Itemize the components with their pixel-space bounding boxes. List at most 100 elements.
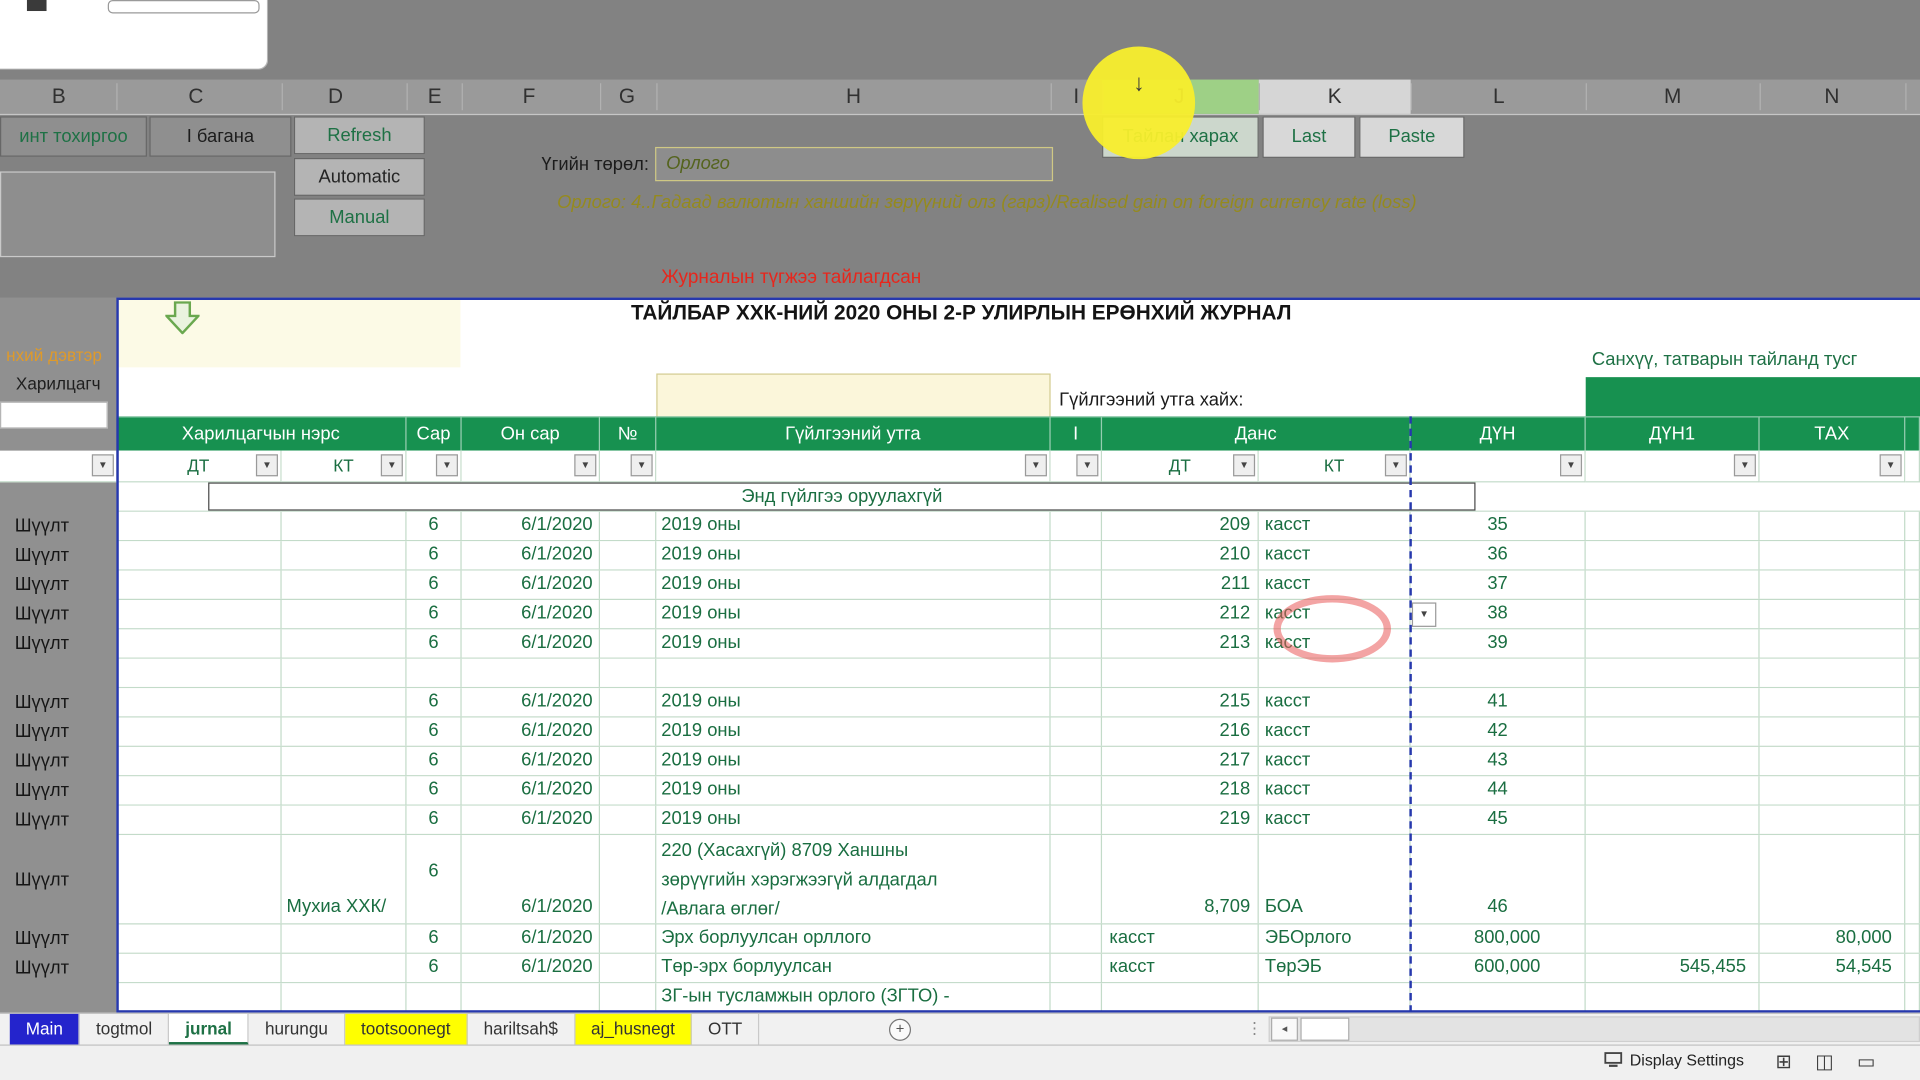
header-cell-tax[interactable]: ТАХ bbox=[1760, 416, 1906, 450]
column-letter-H[interactable]: H bbox=[846, 80, 861, 114]
cell-utga[interactable]: 2019 оны bbox=[656, 571, 1050, 599]
header-cell-no[interactable]: № bbox=[600, 416, 656, 450]
filter-cell-tax[interactable]: ▼ bbox=[1760, 451, 1906, 483]
cell-dans_dt[interactable]: 217 bbox=[1102, 747, 1259, 775]
cell-dun1[interactable] bbox=[1586, 571, 1760, 599]
cell-onsar[interactable]: 6/1/2020 bbox=[462, 718, 600, 746]
cell-utga[interactable]: 2019 оны bbox=[656, 688, 1050, 716]
cell-dun[interactable]: 41 bbox=[1411, 688, 1586, 716]
filter-dropdown[interactable]: ▼ bbox=[1076, 454, 1098, 476]
cell-no[interactable] bbox=[600, 659, 656, 687]
cell-dun1[interactable] bbox=[1586, 806, 1760, 834]
cell-dans_dt[interactable]: 216 bbox=[1102, 718, 1259, 746]
cell-tax[interactable] bbox=[1760, 629, 1906, 657]
cell-dun[interactable] bbox=[1411, 983, 1586, 1011]
paste-button[interactable]: Paste bbox=[1359, 116, 1464, 158]
cell-dun1[interactable] bbox=[1586, 629, 1760, 657]
filter-cell-dans-kt[interactable]: КТ ▼ bbox=[1259, 451, 1411, 483]
filter-dropdown[interactable]: ▼ bbox=[1025, 454, 1047, 476]
fin-tax-header-cell[interactable] bbox=[1586, 377, 1920, 416]
cell-utga[interactable]: 2019 оны bbox=[656, 629, 1050, 657]
sheet-tab-ОТТ[interactable]: ОТТ bbox=[692, 1014, 759, 1045]
cell-tax[interactable] bbox=[1760, 688, 1906, 716]
column-letter-E[interactable]: E bbox=[428, 80, 442, 114]
cell-dans_dt[interactable]: 211 bbox=[1102, 571, 1259, 599]
cell-dun1[interactable] bbox=[1586, 688, 1760, 716]
cell-_fill[interactable] bbox=[1905, 924, 1920, 952]
cell-name_dt[interactable] bbox=[116, 629, 281, 657]
column-letter-L[interactable]: L bbox=[1493, 80, 1505, 114]
cell-dans_dt[interactable] bbox=[1102, 983, 1259, 1011]
cell-tax[interactable] bbox=[1760, 835, 1906, 923]
sheet-tab-togtmol[interactable]: togtmol bbox=[80, 1014, 169, 1045]
cell-dun[interactable]: 800,000 bbox=[1411, 924, 1586, 952]
cell-sar[interactable]: 6 bbox=[407, 541, 462, 569]
cell-name_dt[interactable] bbox=[116, 600, 281, 628]
cell-name_kt[interactable] bbox=[282, 688, 407, 716]
cell-dun1[interactable] bbox=[1586, 983, 1760, 1011]
cell-no[interactable] bbox=[600, 600, 656, 628]
filter-cell-sar[interactable]: ▼ bbox=[407, 451, 462, 483]
cell-name_kt[interactable] bbox=[282, 718, 407, 746]
cell-_fill[interactable] bbox=[1905, 629, 1920, 657]
cell-dun[interactable]: 39 bbox=[1411, 629, 1586, 657]
filter-dropdown[interactable]: ▼ bbox=[574, 454, 596, 476]
cell-dans_dt[interactable]: 215 bbox=[1102, 688, 1259, 716]
cell-name_kt[interactable] bbox=[282, 776, 407, 804]
cell-no[interactable] bbox=[600, 718, 656, 746]
cell-sar[interactable]: 6 bbox=[407, 512, 462, 540]
cell-_fill[interactable] bbox=[1905, 571, 1920, 599]
cell-_fill[interactable] bbox=[1905, 954, 1920, 982]
cell-tax[interactable] bbox=[1760, 776, 1906, 804]
cell-onsar[interactable]: 6/1/2020 bbox=[462, 776, 600, 804]
cell-name_dt[interactable] bbox=[116, 541, 281, 569]
cell-i[interactable] bbox=[1051, 541, 1102, 569]
cell-dun1[interactable] bbox=[1586, 512, 1760, 540]
cell-name_dt[interactable] bbox=[116, 835, 281, 923]
cell-name_dt[interactable] bbox=[116, 776, 281, 804]
sheet-tab-jurnal[interactable]: jurnal bbox=[169, 1014, 249, 1045]
word-type-input[interactable]: Орлого bbox=[655, 147, 1053, 181]
i-column-button[interactable]: I багана bbox=[149, 116, 291, 156]
cell-name_dt[interactable] bbox=[116, 718, 281, 746]
cell-no[interactable] bbox=[600, 954, 656, 982]
add-sheet-button[interactable]: + bbox=[889, 1019, 911, 1041]
cell-sar[interactable]: 6 bbox=[407, 806, 462, 834]
cell-i[interactable] bbox=[1051, 688, 1102, 716]
frozen-filter-cell[interactable]: ▼ bbox=[0, 451, 116, 483]
cell-name_dt[interactable] bbox=[116, 659, 281, 687]
filter-cell-utga[interactable]: ▼ bbox=[656, 451, 1050, 483]
cell-sar[interactable]: 6 bbox=[407, 747, 462, 775]
cell-no[interactable] bbox=[600, 776, 656, 804]
sheet-tab-hariltsah$[interactable]: hariltsah$ bbox=[468, 1014, 575, 1045]
cell-name_dt[interactable] bbox=[116, 747, 281, 775]
cell-tax[interactable] bbox=[1760, 747, 1906, 775]
cell-dun1[interactable] bbox=[1586, 835, 1760, 923]
automatic-button[interactable]: Automatic bbox=[294, 158, 425, 196]
cell-dun[interactable]: 42 bbox=[1411, 718, 1586, 746]
cell-i[interactable] bbox=[1051, 571, 1102, 599]
sheet-tab-hurungu[interactable]: hurungu bbox=[249, 1014, 345, 1045]
cell-tax[interactable] bbox=[1760, 718, 1906, 746]
cell-utga[interactable]: 220 (Хасахгүй) 8709 Ханшны зөрүүгийн хэр… bbox=[656, 835, 1050, 923]
filter-dropdown[interactable]: ▼ bbox=[436, 454, 458, 476]
cell-dun1[interactable] bbox=[1586, 924, 1760, 952]
filter-cell-no[interactable]: ▼ bbox=[600, 451, 656, 483]
cell-onsar[interactable]: 6/1/2020 bbox=[462, 954, 600, 982]
cell-_fill[interactable] bbox=[1905, 600, 1920, 628]
cell-name_kt[interactable] bbox=[282, 512, 407, 540]
header-cell-dun1[interactable]: ДҮН1 bbox=[1586, 416, 1760, 450]
cell-onsar[interactable]: 6/1/2020 bbox=[462, 600, 600, 628]
cell-no[interactable] bbox=[600, 541, 656, 569]
cell-sar[interactable]: 6 bbox=[407, 571, 462, 599]
cell-_fill[interactable] bbox=[1905, 806, 1920, 834]
cell-dans_kt[interactable]: касст bbox=[1259, 571, 1411, 599]
cell-utga[interactable]: ЗГ-ын тусламжын орлого (ЗГТО) - bbox=[656, 983, 1050, 1011]
cell-dans_kt[interactable]: касст bbox=[1259, 747, 1411, 775]
header-cell-name[interactable]: Харилцагчын нэрс bbox=[116, 416, 406, 450]
cell-utga[interactable]: 2019 оны bbox=[656, 776, 1050, 804]
cell-onsar[interactable]: 6/1/2020 bbox=[462, 512, 600, 540]
cell-utga[interactable]: 2019 оны bbox=[656, 600, 1050, 628]
cell-name_dt[interactable] bbox=[116, 688, 281, 716]
cell-_fill[interactable] bbox=[1905, 512, 1920, 540]
